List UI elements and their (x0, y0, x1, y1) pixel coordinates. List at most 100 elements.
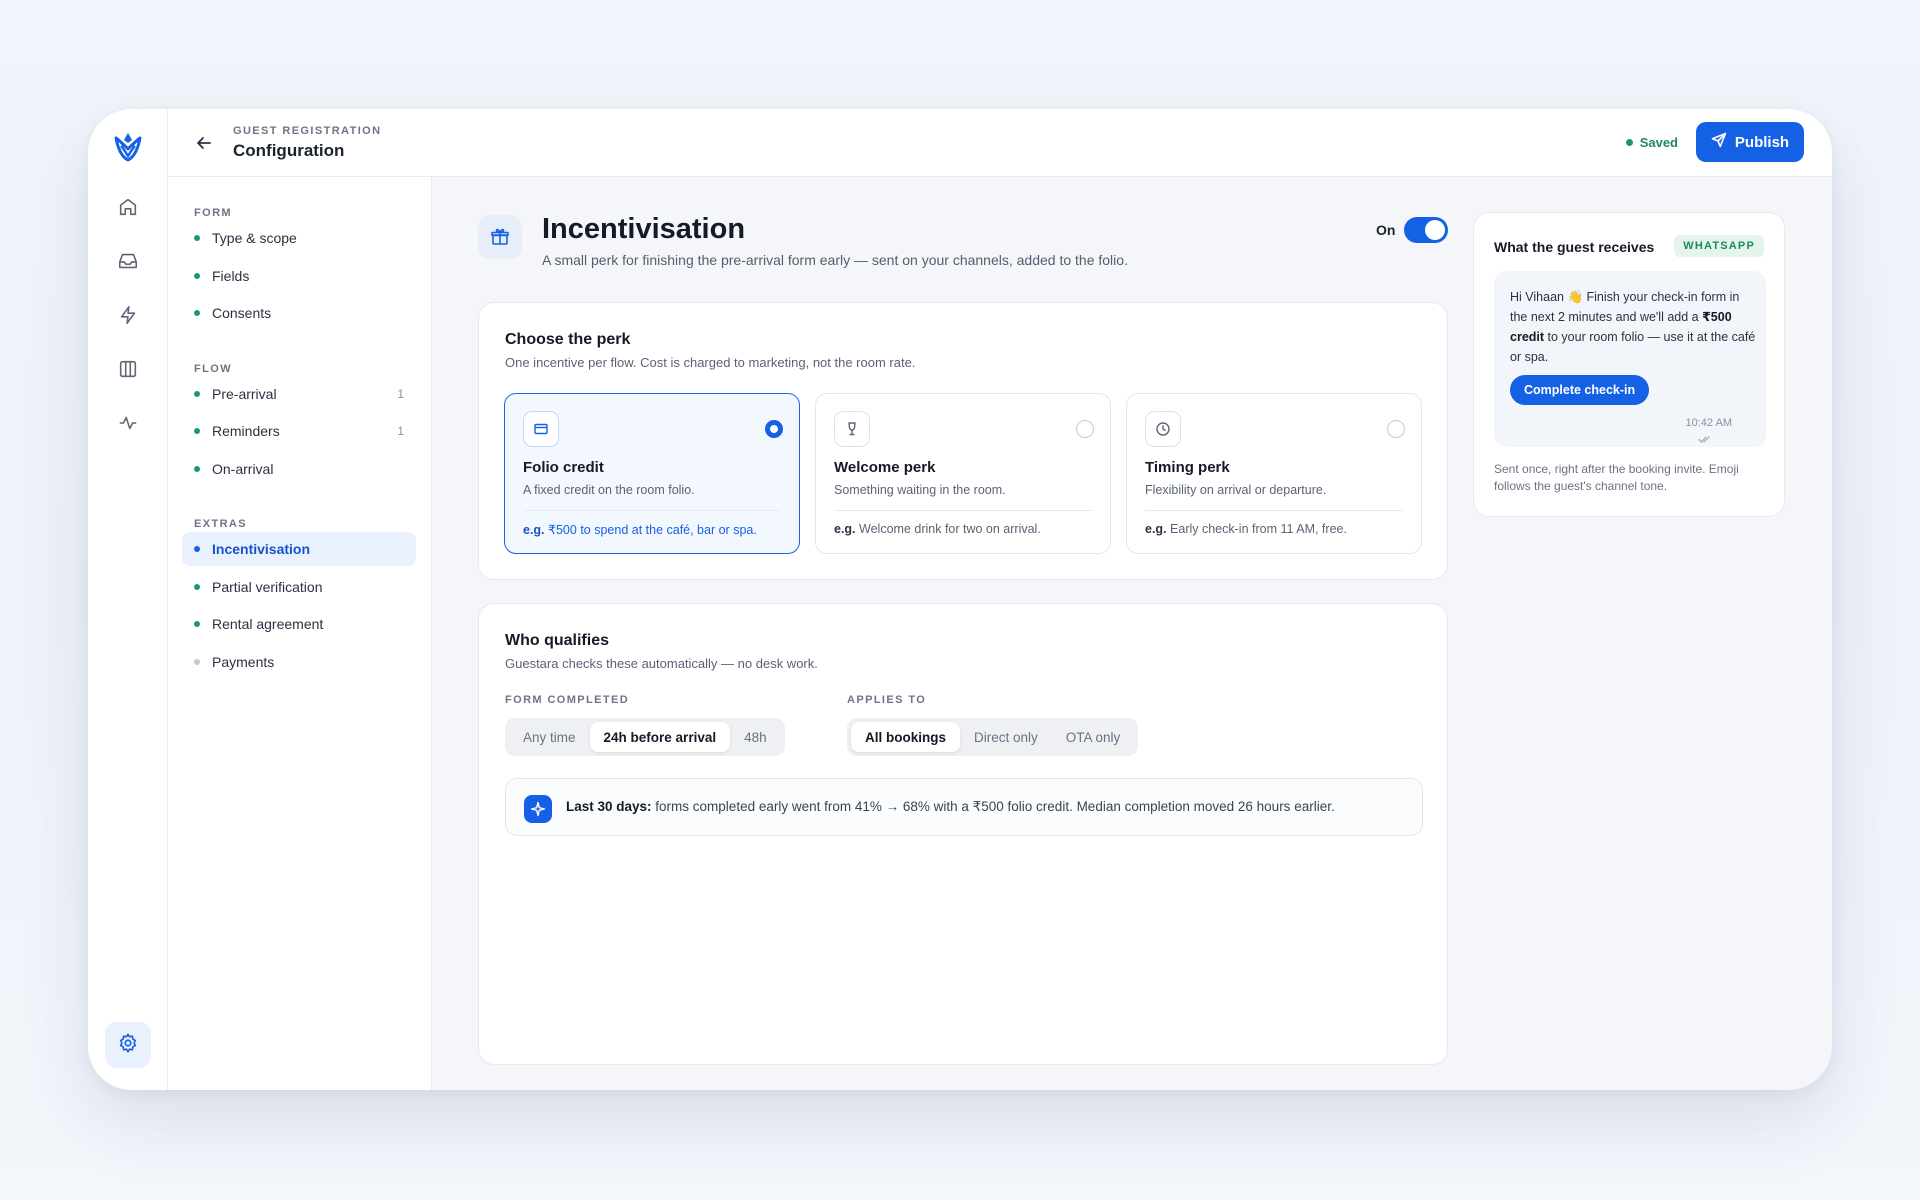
nav-item-label: Pre-arrival (212, 386, 277, 402)
status-dot-icon (194, 310, 200, 316)
segment-ota-only[interactable]: OTA only (1052, 722, 1135, 752)
perk-desc: A fixed credit on the room folio. (523, 483, 695, 497)
complete-checkin-button[interactable]: Complete check-in (1510, 375, 1650, 405)
message-time: 10:42 AM (1685, 417, 1732, 429)
nav-item-consents[interactable]: Consents (182, 296, 416, 330)
form-completed-segmented: Any time 24h before arrival 48h (505, 718, 785, 756)
publish-button[interactable]: Publish (1696, 122, 1804, 162)
example-text: Welcome drink for two on arrival. (859, 522, 1041, 536)
top-bar: GUEST REGISTRATION Configuration Saved P… (168, 109, 1832, 177)
who-qualifies-card: Who qualifies Guestara checks these auto… (478, 603, 1448, 1065)
nav-item-incentivisation[interactable]: Incentivisation (182, 532, 416, 566)
status-dot-icon (194, 235, 200, 241)
saved-status: Saved (1625, 135, 1678, 150)
send-icon (1711, 132, 1727, 152)
card-title: Choose the perk (505, 331, 631, 348)
icon-rail (88, 109, 168, 1090)
insight-text: Last 30 days: forms completed early went… (566, 799, 1335, 815)
perk-option-welcome-perk[interactable]: Welcome perk Something waiting in the ro… (815, 393, 1111, 554)
nav-item-label: Rental agreement (212, 616, 324, 632)
insight-banner: Last 30 days: forms completed early went… (505, 778, 1423, 836)
perk-desc: Flexibility on arrival or departure. (1145, 483, 1327, 497)
preview-footnote: Sent once, right after the booking invit… (1494, 462, 1739, 493)
segment-any-time[interactable]: Any time (509, 722, 590, 752)
perk-divider (1145, 510, 1403, 511)
nav-item-partial-verification[interactable]: Partial verification (182, 570, 416, 604)
perk-desc: Something waiting in the room. (834, 483, 1006, 497)
choose-perk-card: Choose the perk One incentive per flow. … (478, 302, 1448, 580)
perk-example: e.g. Welcome drink for two on arrival. (834, 522, 1041, 536)
nav-item-type-scope[interactable]: Type & scope (182, 221, 416, 255)
form-completed-label: FORM COMPLETED (505, 694, 630, 706)
nav-section-extras: EXTRAS (194, 518, 248, 530)
brand-logo-icon[interactable] (110, 129, 146, 165)
perk-name: Welcome perk (834, 459, 936, 476)
applies-to-segmented: All bookings Direct only OTA only (847, 718, 1139, 756)
nav-item-count: 1 (397, 387, 404, 401)
nav-item-label: Fields (212, 268, 250, 284)
nav-item-label: On-arrival (212, 461, 274, 477)
status-dot-icon (194, 428, 200, 434)
card-subtitle: Guestara checks these automatically — no… (505, 656, 818, 671)
status-dot-icon (194, 466, 200, 472)
perk-option-timing-perk[interactable]: Timing perk Flexibility on arrival or de… (1126, 393, 1422, 554)
nav-item-on-arrival[interactable]: On-arrival (182, 452, 416, 486)
nav-item-label: Reminders (212, 423, 280, 439)
toggle-knob (1425, 220, 1445, 240)
perk-radio[interactable] (1076, 420, 1094, 438)
read-ticks-icon (1698, 431, 1714, 449)
applies-to-label: APPLIES TO (847, 694, 927, 706)
insight-body: forms completed early went from 41% → 68… (651, 799, 1335, 814)
card-icon (523, 411, 559, 447)
nav-item-label: Type & scope (212, 230, 297, 246)
message-text: Hi Vihaan 👋 Finish your check-in form in… (1510, 287, 1756, 367)
page-title: Incentivisation (542, 213, 746, 245)
nav-item-fields[interactable]: Fields (182, 259, 416, 293)
nav-section-flow: FLOW (194, 363, 232, 375)
activity-icon[interactable] (112, 407, 144, 439)
perk-radio[interactable] (1387, 420, 1405, 438)
example-text: ₹500 to spend at the café, bar or spa. (548, 523, 757, 537)
perk-divider (834, 510, 1092, 511)
segment-all-bookings[interactable]: All bookings (851, 722, 960, 752)
saved-label: Saved (1639, 135, 1678, 150)
home-icon[interactable] (112, 191, 144, 223)
page-breadcrumb-title: Configuration (233, 141, 345, 160)
message-bubble: Hi Vihaan 👋 Finish your check-in form in… (1494, 271, 1766, 447)
settings-button[interactable] (105, 1022, 151, 1068)
gear-icon (117, 1032, 139, 1059)
page-subtitle: A small perk for finishing the pre-arriv… (542, 252, 1128, 268)
nav-item-label: Payments (212, 654, 275, 670)
publish-label: Publish (1734, 133, 1790, 151)
sparkle-icon (524, 795, 552, 823)
perk-option-folio-credit[interactable]: Folio credit A fixed credit on the room … (504, 393, 800, 554)
bolt-icon[interactable] (112, 299, 144, 331)
segment-24h-before-arrival[interactable]: 24h before arrival (589, 722, 731, 752)
perk-name: Folio credit (523, 459, 604, 476)
guest-preview-panel: What the guest receives WHATSAPP Hi Viha… (1473, 212, 1785, 517)
status-dot-icon (194, 391, 200, 397)
nav-item-reminders[interactable]: Reminders 1 (182, 414, 416, 448)
status-dot-icon (194, 273, 200, 279)
status-dot-icon (194, 584, 200, 590)
saved-dot-icon (1625, 139, 1633, 146)
perk-example: e.g. ₹500 to spend at the café, bar or s… (523, 522, 757, 537)
inbox-icon[interactable] (112, 245, 144, 277)
segment-48h[interactable]: 48h (730, 722, 781, 752)
columns-icon[interactable] (112, 353, 144, 385)
segment-direct-only[interactable]: Direct only (960, 722, 1052, 752)
incentive-toggle[interactable] (1404, 217, 1448, 243)
nav-item-label: Incentivisation (212, 541, 311, 557)
nav-item-rental-agreement[interactable]: Rental agreement (182, 607, 416, 641)
glass-icon (834, 411, 870, 447)
back-arrow-icon[interactable] (194, 133, 214, 153)
status-dot-icon (194, 546, 200, 552)
status-dot-icon (194, 621, 200, 627)
perk-divider (523, 510, 781, 511)
section-nav: FORM Type & scope Fields Consents FLOW P… (168, 177, 432, 1090)
nav-item-pre-arrival[interactable]: Pre-arrival 1 (182, 377, 416, 411)
example-prefix: e.g. (523, 523, 545, 537)
nav-item-label: Partial verification (212, 579, 323, 595)
perk-radio[interactable] (765, 420, 783, 438)
nav-item-payments[interactable]: Payments (182, 645, 416, 679)
